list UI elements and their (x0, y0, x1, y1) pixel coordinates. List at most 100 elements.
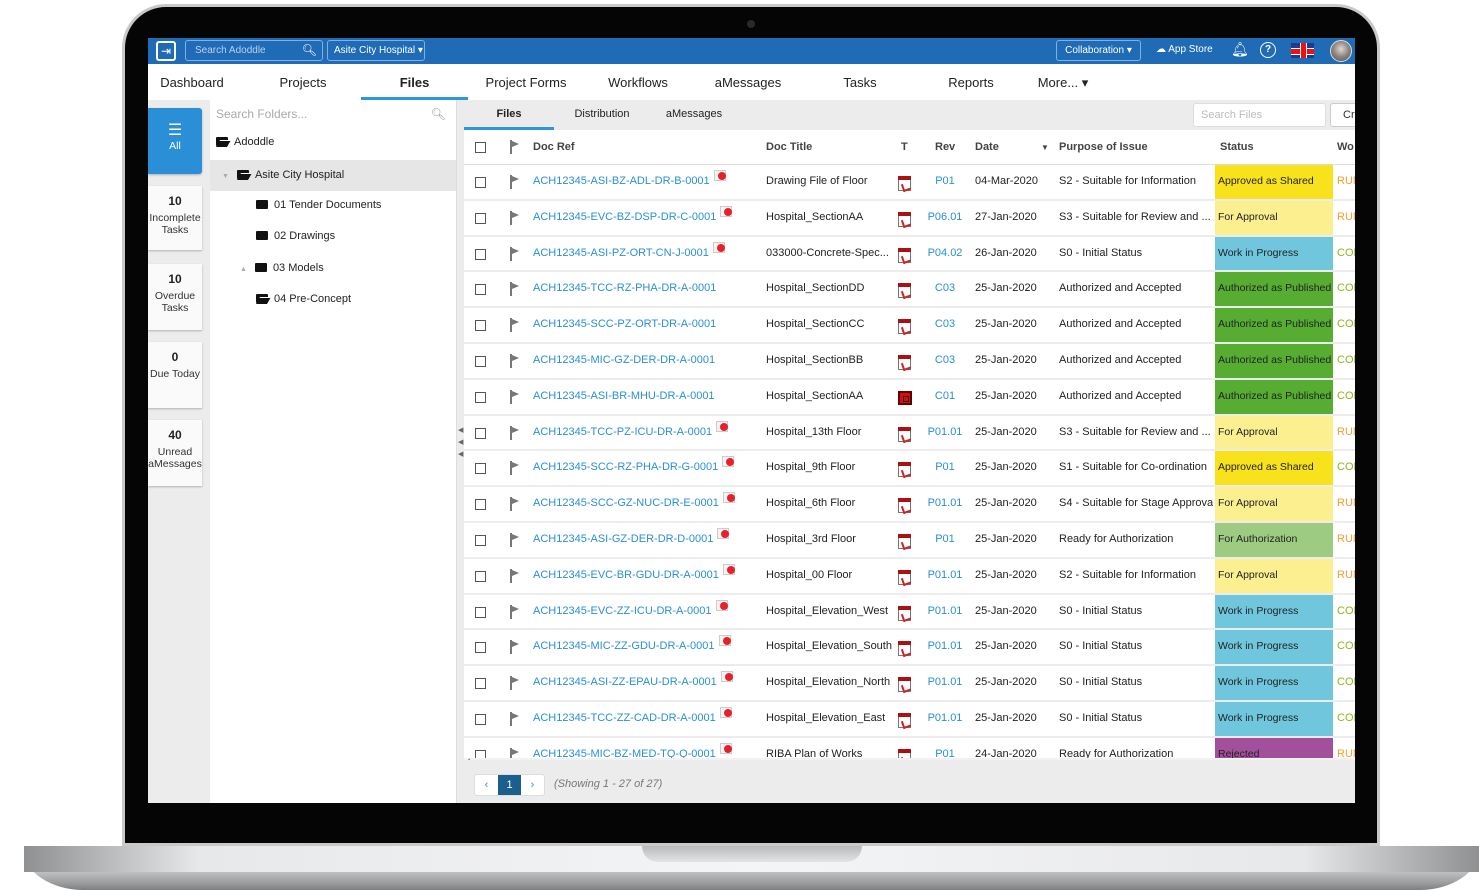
collaboration-dropdown[interactable]: Collaboration ▾ (1056, 40, 1141, 61)
table-row[interactable]: ACH12345-ASI-BZ-ADL-DR-B-0001 Drawing Fil… (464, 165, 1355, 201)
col-rev[interactable]: Rev (935, 130, 955, 165)
col-type[interactable]: T (901, 130, 908, 165)
flag-icon[interactable] (510, 210, 520, 225)
doc-title[interactable]: Hospital_13th Floor (766, 416, 892, 450)
revision-link[interactable]: C01 (922, 380, 968, 414)
pdf-file-icon[interactable] (898, 176, 911, 191)
stat-unread-amessages[interactable]: 40 Unread aMessages (148, 420, 202, 486)
checked-out-lock-icon[interactable] (718, 635, 731, 647)
col-date[interactable]: Date (975, 130, 999, 165)
checked-out-lock-icon[interactable] (719, 742, 732, 754)
doc-title[interactable]: Hospital_SectionCC (766, 308, 892, 342)
pane-splitter[interactable]: ◀ ◀ ◀ (456, 100, 464, 803)
doc-ref-link[interactable]: ACH12345-MIC-ZZ-GDU-DR-A-0001 (533, 630, 731, 664)
table-row[interactable]: ACH12345-EVC-ZZ-ICU-DR-A-0001 Hospital_El… (464, 594, 1355, 631)
row-checkbox[interactable] (475, 212, 486, 224)
row-checkbox[interactable] (475, 391, 486, 403)
doc-title[interactable]: Hospital_Elevation_East (766, 702, 892, 736)
page-1-button[interactable]: 1 (498, 775, 521, 795)
flag-icon[interactable] (510, 568, 520, 583)
revision-link[interactable]: P04.02 (922, 237, 968, 271)
revision-link[interactable]: P01.01 (922, 630, 968, 664)
doc-title[interactable]: Drawing File of Floor (766, 165, 892, 199)
pdf-file-icon[interactable] (898, 319, 911, 335)
checked-out-lock-icon[interactable] (719, 707, 732, 718)
pdf-file-icon[interactable] (898, 247, 911, 263)
table-row[interactable]: ACH12345-TCC-RZ-PHA-DR-A-0001 Hospital_Se… (464, 272, 1355, 309)
doc-ref-link[interactable]: ACH12345-ASI-BZ-ADL-DR-B-0001 (533, 165, 726, 199)
doc-ref-link[interactable]: ACH12345-EVC-BR-GDU-DR-A-0001 (533, 559, 735, 593)
bell-icon[interactable]: 🔔︎ (1231, 41, 1249, 58)
next-page-button[interactable]: › (521, 775, 544, 795)
stat-due-today[interactable]: 0 Due Today (148, 342, 202, 408)
row-checkbox[interactable] (475, 284, 486, 296)
doc-ref-link[interactable]: ACH12345-TCC-PZ-ICU-DR-A-0001 (533, 416, 729, 450)
flag-icon[interactable] (510, 604, 520, 619)
doc-ref-link[interactable]: ACH12345-MIC-GZ-DER-DR-A-0001 (533, 344, 715, 378)
flag-icon[interactable] (510, 461, 520, 476)
checked-out-lock-icon[interactable] (720, 671, 733, 683)
row-checkbox[interactable] (475, 427, 486, 439)
flag-icon[interactable] (510, 175, 520, 189)
stat-overdue-tasks[interactable]: 10 Overdue Tasks (148, 264, 202, 330)
doc-ref-link[interactable]: ACH12345-SCC-GZ-NUC-DR-E-0001 (533, 487, 735, 521)
select-all-checkbox[interactable] (475, 142, 486, 153)
row-checkbox[interactable] (475, 499, 486, 511)
doc-title[interactable]: Hospital_9th Floor (766, 451, 892, 485)
folder-03-models[interactable]: ▲ 03 Models (210, 253, 456, 284)
app-store-link[interactable]: ☁ App Store (1156, 44, 1213, 55)
col-doc-ref[interactable]: Doc Ref (533, 130, 575, 165)
row-checkbox[interactable] (475, 606, 486, 618)
pdf-file-icon[interactable] (898, 462, 911, 478)
row-checkbox[interactable] (475, 356, 486, 367)
table-row[interactable]: ACH12345-ASI-PZ-ORT-CN-J-0001 033000-Conc… (464, 236, 1355, 273)
doc-ref-link[interactable]: ACH12345-EVC-BZ-DSP-DR-C-0001 (533, 201, 733, 235)
collapse-arrow-icon[interactable]: ◀ (458, 438, 463, 446)
workflow-status[interactable]: COM (1337, 344, 1355, 378)
doc-ref-link[interactable]: ACH12345-SCC-PZ-ORT-DR-A-0001 (533, 308, 716, 342)
revision-link[interactable]: P01 (922, 738, 968, 760)
row-checkbox[interactable] (475, 535, 486, 546)
search-files-input[interactable]: Search Files (1193, 103, 1326, 127)
revision-link[interactable]: P01.01 (922, 487, 968, 521)
folder-04-pre-concept[interactable]: 04 Pre-Concept (210, 284, 456, 315)
col-workflow[interactable]: Wo (1337, 130, 1354, 165)
table-row[interactable]: ACH12345-EVC-BR-GDU-DR-A-0001 Hospital_00… (464, 558, 1355, 595)
doc-ref-link[interactable]: ACH12345-TCC-RZ-PHA-DR-A-0001 (533, 272, 716, 306)
create-button[interactable]: Cr (1330, 103, 1355, 127)
workflow-status[interactable]: COM (1337, 272, 1355, 306)
doc-title[interactable]: Hospital_SectionAA (766, 380, 892, 414)
table-row[interactable]: ACH12345-MIC-GZ-DER-DR-A-0001 Hospital_Se… (464, 344, 1355, 380)
doc-title[interactable]: Hospital_SectionBB (766, 344, 892, 378)
doc-title[interactable]: Hospital_6th Floor (766, 487, 892, 521)
adoddle-logo-icon[interactable]: ⇥ (156, 41, 176, 61)
help-icon[interactable]: ? (1260, 42, 1276, 58)
workflow-status[interactable]: RUN (1337, 487, 1355, 521)
search-icon[interactable]: 🔍︎ (431, 107, 446, 121)
doc-title[interactable]: Hospital_Elevation_South (766, 630, 892, 664)
stat-all[interactable]: ☰ All (148, 108, 202, 174)
nav-projects[interactable]: Projects (248, 64, 358, 100)
doc-title[interactable]: Hospital_SectionDD (766, 272, 892, 306)
doc-ref-link[interactable]: ACH12345-ASI-BR-MHU-DR-A-0001 (533, 380, 715, 414)
folder-01-tender-documents[interactable]: 01 Tender Documents (210, 190, 456, 221)
row-checkbox[interactable] (475, 248, 486, 260)
row-checkbox[interactable] (475, 570, 486, 582)
flag-icon[interactable] (510, 712, 520, 726)
col-status[interactable]: Status (1220, 130, 1254, 165)
nav-more[interactable]: More... ▾ (1028, 64, 1098, 100)
doc-title[interactable]: Hospital_3rd Floor (766, 523, 892, 557)
checked-out-lock-icon[interactable] (717, 528, 730, 539)
stat-incomplete-tasks[interactable]: 10 Incomplete Tasks (148, 186, 202, 250)
doc-title[interactable]: 033000-Concrete-Spec... (766, 237, 892, 271)
checked-out-lock-icon[interactable] (720, 205, 733, 217)
revision-link[interactable]: P01 (922, 523, 968, 557)
table-row[interactable]: ACH12345-SCC-PZ-ORT-DR-A-0001 Hospital_Se… (464, 308, 1355, 344)
workflow-status[interactable]: RUN (1337, 559, 1355, 593)
search-adoddle-input[interactable]: Search Adoddle 🔍︎ (185, 40, 323, 61)
doc-title[interactable]: Hospital_Elevation_North (766, 666, 892, 700)
table-row[interactable]: ACH12345-TCC-ZZ-CAD-DR-A-0001 Hospital_El… (464, 702, 1355, 738)
nav-workflows[interactable]: Workflows (588, 64, 688, 100)
doc-ref-link[interactable]: ACH12345-ASI-PZ-ORT-CN-J-0001 (533, 237, 725, 271)
pdf-file-icon[interactable] (898, 498, 911, 514)
